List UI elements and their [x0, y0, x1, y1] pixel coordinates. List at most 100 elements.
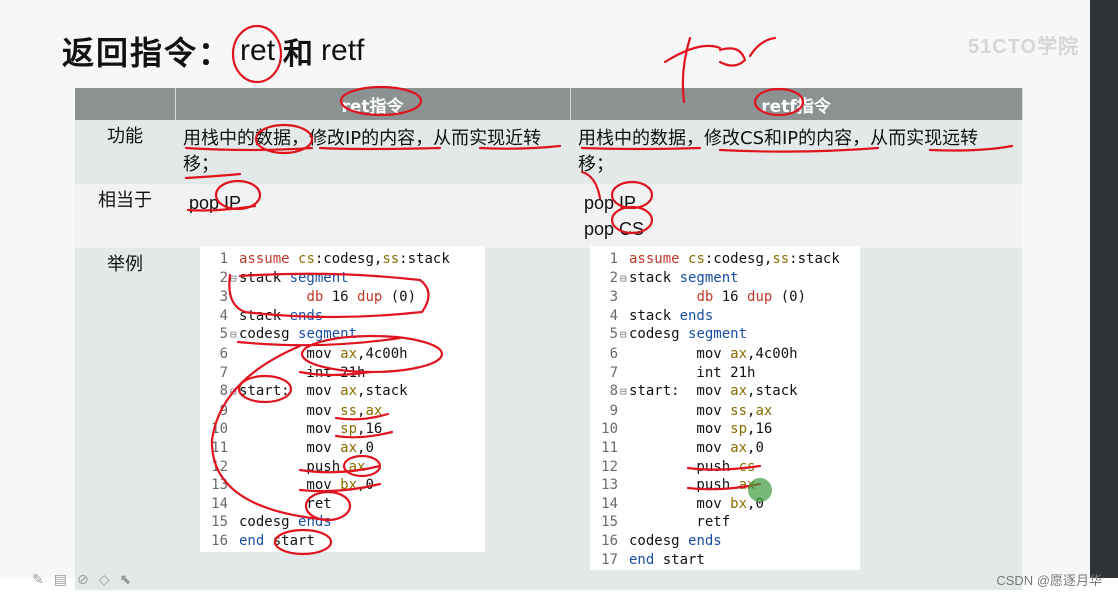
code-text: stack segment: [629, 269, 739, 286]
line-number: 7: [219, 364, 228, 381]
code-text: start: mov ax,stack: [629, 383, 798, 400]
code-line: 9 mov ss,ax: [596, 402, 852, 421]
retf-pop-ip: pop IP: [584, 193, 637, 213]
code-text: mov ax,0: [629, 439, 764, 456]
code-text: codesg ends: [239, 514, 332, 531]
line-number: 16: [211, 532, 228, 549]
code-text: codesg ends: [629, 532, 722, 549]
code-line: 4 stack ends: [596, 307, 852, 326]
code-line: 8 ⊟ start: mov ax,stack: [206, 382, 477, 402]
fold-icon: ⊟: [230, 328, 237, 342]
fold-icon: ⊟: [230, 271, 237, 285]
code-text: mov sp,16: [239, 421, 383, 438]
code-line: 6 mov ax,4c00h: [596, 345, 852, 364]
code-text: int 21h: [629, 364, 756, 381]
row-label-equivalent: 相当于: [75, 184, 175, 248]
code-text: assume cs:codesg,ss:stack: [239, 251, 450, 267]
retf-function-text: 用栈中的数据，修改CS和IP的内容，从而实现远转移；: [570, 120, 1022, 184]
code-text: stack ends: [239, 307, 324, 324]
title-ret: ret: [240, 34, 276, 67]
line-number: 7: [609, 364, 618, 381]
code-line: 7 int 21h: [206, 364, 477, 383]
title-prefix: 返回指令：: [62, 34, 233, 72]
code-text: mov ss,ax: [629, 402, 773, 419]
line-number: 6: [609, 345, 618, 362]
line-number: 2: [609, 269, 618, 286]
code-line: 16 end start: [206, 532, 477, 551]
code-line: 14 ret: [206, 495, 477, 514]
code-line: 6 mov ax,4c00h: [206, 345, 477, 364]
header-retf: retf指令: [570, 88, 1023, 120]
code-line: 15 codesg ends: [206, 513, 477, 532]
code-text: push ax: [239, 458, 366, 475]
code-line: 16 codesg ends: [596, 532, 852, 551]
code-line: 10 mov sp,16: [206, 420, 477, 439]
code-line: 5 ⊟ codesg segment: [596, 325, 852, 345]
code-line: 11 mov ax,0: [596, 439, 852, 458]
retf-equivalent: pop IP pop CS: [570, 184, 1022, 248]
code-text: end start: [629, 551, 705, 568]
row-label-function: 功能: [75, 120, 175, 184]
line-number: 5: [219, 326, 228, 343]
code-text: stack segment: [239, 269, 349, 286]
ret-equivalent: pop IP: [175, 184, 570, 248]
code-line: 10 mov sp,16: [596, 420, 852, 439]
code-text: ret: [239, 495, 332, 512]
line-number: 11: [601, 439, 618, 456]
code-line: 2 ⊟ stack segment: [206, 269, 477, 289]
eraser-icon[interactable]: ⊘: [77, 572, 89, 588]
line-number: 2: [219, 269, 228, 286]
slide-title: 返回指令： ret 和 retf: [62, 26, 364, 76]
line-number: 17: [601, 551, 618, 568]
presentation-toolbar: ✎ ▤ ⊘ ◇ ⬉: [32, 572, 131, 588]
fold-icon: ⊟: [620, 328, 627, 342]
line-number: 3: [219, 289, 228, 306]
header-ret: ret指令: [175, 88, 571, 120]
code-line: 9 mov ss,ax: [206, 402, 477, 421]
title-retf: retf: [321, 34, 365, 67]
line-number: 8: [609, 383, 618, 400]
code-text: mov ax,4c00h: [629, 345, 798, 362]
table-header-row: ret指令 retf指令: [75, 88, 1023, 120]
pen-icon[interactable]: ✎: [32, 572, 44, 588]
code-line: 4 stack ends: [206, 307, 477, 326]
code-text: start: mov ax,stack: [239, 383, 408, 400]
line-number: 10: [601, 421, 618, 438]
code-line: 13 mov bx,0: [206, 476, 477, 495]
line-number: 13: [211, 477, 228, 494]
code-text: int 21h: [239, 364, 366, 381]
ret-function-text: 用栈中的数据，修改IP的内容，从而实现近转移；: [175, 120, 570, 184]
code-text: end start: [239, 532, 315, 549]
line-number: 10: [211, 421, 228, 438]
fold-icon: ⊟: [620, 385, 627, 399]
code-line: 8 ⊟ start: mov ax,stack: [596, 382, 852, 402]
line-number: 16: [601, 532, 618, 549]
table-row: 功能 用栈中的数据，修改IP的内容，从而实现近转移； 用栈中的数据，修改CS和I…: [75, 120, 1022, 184]
header-empty: [75, 88, 176, 120]
highlighter-icon[interactable]: ◇: [99, 572, 110, 588]
window-edge: [1090, 0, 1118, 599]
line-number: 1: [219, 251, 228, 267]
code-line: 14 mov bx,0: [596, 495, 852, 514]
line-number: 4: [609, 307, 618, 324]
fold-icon: ⊟: [620, 271, 627, 285]
line-number: 6: [219, 345, 228, 362]
code-line: 3 db 16 dup (0): [596, 288, 852, 307]
line-number: 1: [609, 251, 618, 267]
code-line: 1 assume cs:codesg,ss:stack: [596, 250, 852, 269]
code-text: mov sp,16: [629, 421, 773, 438]
code-line: 11 mov ax,0: [206, 439, 477, 458]
pointer-icon[interactable]: ⬉: [119, 572, 131, 588]
code-text: mov ss,ax: [239, 402, 383, 419]
code-line: 2 ⊟ stack segment: [596, 269, 852, 289]
code-text: stack ends: [629, 307, 714, 324]
code-text: push cs: [629, 458, 756, 475]
code-listing-ret: 1 assume cs:codesg,ss:stack 2 ⊟ stack segmen…: [200, 246, 485, 552]
code-line: 15 retf: [596, 513, 852, 532]
title-and: 和: [283, 37, 314, 72]
line-number: 14: [211, 495, 228, 512]
line-number: 8: [219, 383, 228, 400]
row-label-example: 举例: [75, 248, 175, 590]
line-number: 12: [601, 458, 618, 475]
slides-icon[interactable]: ▤: [54, 572, 67, 588]
